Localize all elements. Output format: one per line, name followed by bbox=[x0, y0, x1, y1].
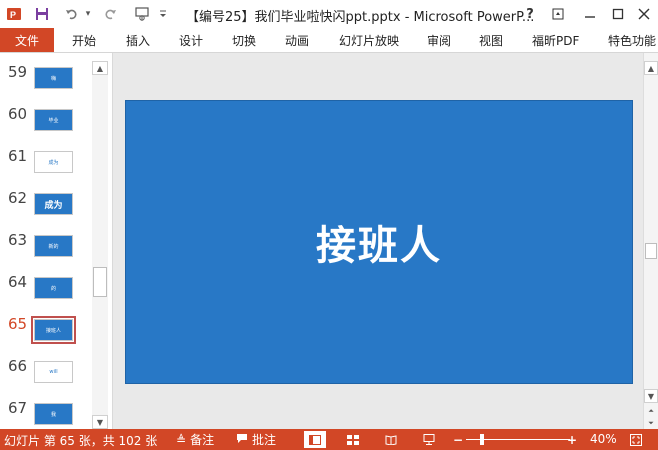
slide-show-view-icon[interactable] bbox=[418, 431, 440, 448]
comments-button[interactable]: 批注 bbox=[236, 431, 276, 448]
zoom-slider-thumb[interactable] bbox=[479, 434, 484, 445]
slide-thumbnail[interactable]: 新的 bbox=[34, 235, 73, 257]
customize-toolbar-icon[interactable] bbox=[156, 4, 170, 24]
thumbnail-number: 63 bbox=[8, 231, 28, 249]
tab-design[interactable]: 设计 bbox=[179, 28, 203, 52]
fit-slide-to-window-icon[interactable] bbox=[628, 431, 644, 448]
save-button[interactable] bbox=[32, 4, 52, 24]
zoom-level[interactable]: 40% bbox=[590, 432, 617, 446]
maximize-icon[interactable] bbox=[606, 4, 630, 24]
scroll-up-icon[interactable]: ▲ bbox=[92, 61, 108, 75]
start-presentation-icon[interactable] bbox=[132, 4, 152, 24]
slide-thumbnail[interactable]: 成为 bbox=[34, 193, 73, 215]
reading-view-icon[interactable] bbox=[380, 431, 402, 448]
thumbnail-number: 66 bbox=[8, 357, 28, 375]
tab-slide-show[interactable]: 幻灯片放映 bbox=[339, 28, 399, 52]
editor-scrollbar[interactable]: ▲ ▼ ⏶ ⏷ bbox=[643, 53, 658, 429]
ribbon-display-options-icon[interactable] bbox=[546, 4, 570, 24]
notes-label: 备注 bbox=[190, 433, 215, 447]
tab-foxit-pdf[interactable]: 福昕PDF bbox=[532, 28, 579, 52]
thumbnail-number: 60 bbox=[8, 105, 28, 123]
slide-thumbnail[interactable]: 成为 bbox=[34, 151, 73, 173]
scrollbar-thumb[interactable] bbox=[645, 243, 657, 259]
tab-review[interactable]: 审阅 bbox=[427, 28, 451, 52]
zoom-out-button[interactable]: − bbox=[452, 431, 464, 448]
title-bar: P ▾ 【编号25】我们毕业啦快闪ppt.pptx - Microsoft Po… bbox=[0, 0, 658, 28]
slide-thumbnail[interactable]: will bbox=[34, 361, 73, 383]
slide-thumbnail[interactable]: 接班人 bbox=[31, 316, 76, 344]
slide-title-text[interactable]: 接班人 bbox=[316, 213, 442, 271]
status-bar: 幻灯片 第 65 张，共 102 张 ≜ 备注 批注 − + 40% bbox=[0, 429, 658, 450]
slide-sorter-view-icon[interactable] bbox=[342, 431, 364, 448]
tab-transitions[interactable]: 切换 bbox=[232, 28, 256, 52]
slide-thumbnail[interactable]: 我 bbox=[34, 403, 73, 425]
tab-special-features[interactable]: 特色功能 bbox=[608, 28, 656, 52]
help-button[interactable]: ? bbox=[518, 4, 542, 24]
undo-button[interactable] bbox=[62, 4, 82, 24]
previous-slide-icon[interactable]: ⏶ bbox=[644, 405, 658, 417]
slide-thumbnail[interactable]: 毕业 bbox=[34, 109, 73, 131]
svg-text:P: P bbox=[10, 10, 16, 20]
comments-label: 批注 bbox=[252, 433, 277, 447]
tab-home[interactable]: 开始 bbox=[72, 28, 96, 52]
window-title: 【编号25】我们毕业啦快闪ppt.pptx - Microsoft PowerP… bbox=[186, 10, 535, 25]
tab-view[interactable]: 视图 bbox=[479, 28, 503, 52]
slide-thumbnail[interactable]: 的 bbox=[34, 277, 73, 299]
scroll-up-icon[interactable]: ▲ bbox=[644, 61, 658, 75]
tab-file[interactable]: 文件 bbox=[0, 28, 54, 52]
ribbon-tab-bar: 文件 开始 插入 设计 切换 动画 幻灯片放映 审阅 视图 福昕PDF 特色功能 bbox=[0, 28, 658, 53]
thumbnail-number: 62 bbox=[8, 189, 28, 207]
notes-icon: ≜ bbox=[176, 432, 187, 447]
thumbnail-number: 65 bbox=[8, 315, 28, 333]
slide-thumbnail[interactable]: 嗨 bbox=[34, 67, 73, 89]
next-slide-icon[interactable]: ⏷ bbox=[644, 417, 658, 429]
current-slide[interactable]: 接班人 bbox=[125, 100, 633, 384]
thumbnails-scrollbar[interactable]: ▲ ▼ bbox=[92, 61, 108, 429]
minimize-icon[interactable] bbox=[578, 4, 602, 24]
thumbnail-number: 64 bbox=[8, 273, 28, 291]
scrollbar-thumb[interactable] bbox=[93, 267, 107, 297]
notes-button[interactable]: ≜ 备注 bbox=[176, 431, 214, 448]
tab-insert[interactable]: 插入 bbox=[126, 28, 150, 52]
zoom-in-button[interactable]: + bbox=[566, 431, 578, 448]
tab-animations[interactable]: 动画 bbox=[285, 28, 309, 52]
thumbnail-number: 67 bbox=[8, 399, 28, 417]
scroll-down-icon[interactable]: ▼ bbox=[92, 415, 108, 429]
slide-count-status[interactable]: 幻灯片 第 65 张，共 102 张 bbox=[4, 432, 157, 449]
powerpoint-icon[interactable]: P bbox=[4, 4, 24, 24]
slide-editor-area: 接班人 bbox=[113, 53, 643, 429]
normal-view-icon[interactable] bbox=[304, 431, 326, 448]
comment-icon bbox=[236, 433, 248, 447]
thumbnail-number: 61 bbox=[8, 147, 28, 165]
scroll-down-icon[interactable]: ▼ bbox=[644, 389, 658, 403]
thumbnail-number: 59 bbox=[8, 63, 28, 81]
close-icon[interactable] bbox=[632, 4, 656, 24]
redo-button[interactable] bbox=[100, 4, 120, 24]
slide-thumbnails-pane: ▲ ▼ 59 嗨 60 毕业 61 成为 62 成为 63 新的 64 的 65 接班人 66 will 67 我 bbox=[0, 53, 113, 429]
undo-dropdown-icon[interactable]: ▾ bbox=[82, 4, 94, 24]
